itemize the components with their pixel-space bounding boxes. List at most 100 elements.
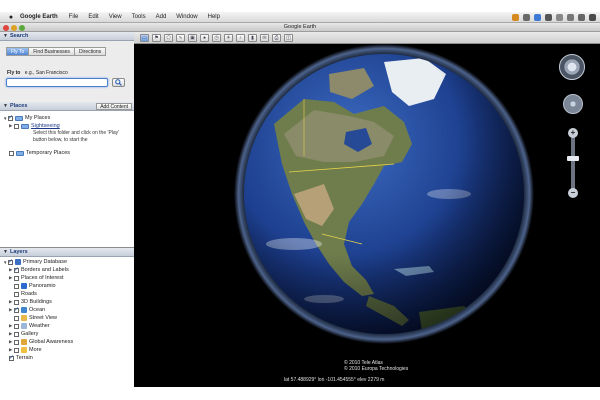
search-header-label: Search bbox=[9, 33, 29, 39]
layer-item[interactable]: Panoramio bbox=[14, 283, 56, 289]
layer-item[interactable]: ▶ More bbox=[9, 347, 42, 353]
layer-label: Weather bbox=[29, 323, 50, 329]
global-awareness-icon bbox=[21, 339, 27, 345]
menu-tools[interactable]: Tools bbox=[132, 14, 146, 20]
record-tour-icon[interactable]: ● bbox=[200, 33, 209, 42]
layer-item[interactable]: ▶ Ocean bbox=[9, 306, 45, 313]
image-overlay-icon[interactable]: ▣ bbox=[188, 33, 197, 42]
layers-header[interactable]: ▼ Layers bbox=[0, 248, 134, 257]
folder-icon bbox=[16, 150, 24, 156]
add-content-button[interactable]: Add Content bbox=[96, 103, 132, 110]
email-icon[interactable]: ✉ bbox=[260, 33, 269, 42]
layer-item[interactable]: ▶ Weather bbox=[9, 323, 50, 329]
status-icon[interactable] bbox=[534, 13, 541, 21]
places-header[interactable]: ▼ Places Add Content bbox=[0, 102, 134, 111]
folder-icon bbox=[21, 123, 29, 129]
layer-item[interactable]: Roads bbox=[14, 291, 37, 297]
minimize-window-icon[interactable] bbox=[11, 24, 17, 31]
checkbox[interactable] bbox=[8, 114, 13, 121]
checkbox[interactable] bbox=[14, 266, 19, 273]
volume-icon[interactable] bbox=[578, 13, 585, 21]
layer-item[interactable]: Street View bbox=[14, 315, 57, 321]
checkbox[interactable] bbox=[14, 291, 19, 297]
fly-to-input[interactable] bbox=[6, 78, 108, 87]
layer-label: Terrain bbox=[16, 355, 33, 361]
sidebar-toggle-icon[interactable]: ▭ bbox=[140, 33, 149, 42]
disclosure-triangle-icon[interactable]: ▼ bbox=[3, 249, 8, 255]
window-title-bar: Google Earth bbox=[0, 23, 600, 32]
zoom-slider[interactable] bbox=[571, 132, 575, 194]
layer-item[interactable]: Terrain bbox=[9, 354, 33, 361]
earth-globe[interactable] bbox=[234, 44, 534, 344]
polygon-icon[interactable]: ⬠ bbox=[164, 33, 173, 42]
status-icon[interactable] bbox=[523, 13, 530, 21]
apple-icon[interactable]: ● bbox=[6, 14, 16, 21]
menu-window[interactable]: Window bbox=[176, 14, 197, 20]
places-header-label: Places bbox=[9, 103, 28, 109]
checkbox[interactable] bbox=[9, 150, 14, 156]
zoom-in-icon[interactable]: + bbox=[568, 128, 578, 138]
tree-item-my-places[interactable]: ▼ My Places bbox=[3, 114, 50, 122]
weather-icon bbox=[21, 323, 27, 329]
placemark-icon[interactable]: ⚑ bbox=[152, 33, 161, 42]
layer-item[interactable]: ▶ Places of Interest bbox=[9, 275, 64, 281]
zoom-slider-thumb[interactable] bbox=[567, 156, 579, 161]
historical-imagery-icon[interactable]: ◷ bbox=[212, 33, 221, 42]
disclosure-triangle-icon[interactable]: ▼ bbox=[3, 103, 8, 109]
checkbox[interactable] bbox=[14, 283, 19, 289]
search-header[interactable]: ▼ Search bbox=[0, 32, 134, 41]
checkbox[interactable] bbox=[14, 315, 19, 321]
path-icon[interactable]: ∿ bbox=[176, 33, 185, 42]
view-in-maps-icon[interactable]: ◫ bbox=[284, 33, 293, 42]
tab-directions[interactable]: Directions bbox=[73, 47, 107, 56]
layer-item[interactable]: ▶ Borders and Labels bbox=[9, 266, 69, 274]
bluetooth-icon[interactable] bbox=[556, 13, 563, 21]
layer-item[interactable]: ▶ Global Awareness bbox=[9, 339, 73, 345]
more-icon bbox=[21, 347, 27, 353]
fly-to-label: Fly to e.g., San Francisco bbox=[7, 70, 68, 76]
tree-item-sightseeing[interactable]: ▶ Sightseeing bbox=[9, 123, 60, 129]
checkbox[interactable] bbox=[9, 354, 14, 361]
checkbox[interactable] bbox=[14, 275, 19, 281]
search-button[interactable] bbox=[112, 78, 125, 87]
look-joystick[interactable] bbox=[559, 54, 585, 80]
menu-edit[interactable]: Edit bbox=[88, 14, 98, 20]
disclosure-triangle-icon[interactable]: ▼ bbox=[3, 33, 8, 39]
tab-find-businesses[interactable]: Find Businesses bbox=[28, 47, 75, 56]
menu-help[interactable]: Help bbox=[208, 14, 220, 20]
wifi-icon[interactable] bbox=[567, 13, 574, 21]
print-icon[interactable]: ⎙ bbox=[272, 33, 281, 42]
close-window-icon[interactable] bbox=[3, 24, 9, 31]
checkbox[interactable] bbox=[14, 299, 19, 305]
layer-item[interactable]: ▼ Primary Database bbox=[3, 258, 67, 265]
checkbox[interactable] bbox=[14, 323, 19, 329]
checkbox[interactable] bbox=[8, 258, 13, 265]
tree-item-temporary-places[interactable]: Temporary Places bbox=[9, 150, 70, 156]
menu-add[interactable]: Add bbox=[156, 14, 167, 20]
layer-item[interactable]: ▶ 3D Buildings bbox=[9, 299, 52, 305]
fly-to-hint: e.g., San Francisco bbox=[24, 70, 68, 76]
checkbox[interactable] bbox=[14, 123, 19, 129]
menu-view[interactable]: View bbox=[109, 14, 122, 20]
menu-file[interactable]: File bbox=[69, 14, 79, 20]
checkbox[interactable] bbox=[14, 331, 19, 337]
planets-icon[interactable]: ♁ bbox=[236, 33, 245, 42]
zoom-window-icon[interactable] bbox=[19, 24, 25, 31]
checkbox[interactable] bbox=[14, 347, 19, 353]
status-icon[interactable] bbox=[545, 13, 552, 21]
map-view[interactable]: + − © 2010 Tele Atlas © 2010 Europa Tech… bbox=[134, 44, 600, 387]
sunlight-icon[interactable]: ☀ bbox=[224, 33, 233, 42]
menu-app-name[interactable]: Google Earth bbox=[20, 14, 58, 20]
spotlight-icon[interactable] bbox=[589, 13, 596, 21]
status-icon[interactable] bbox=[512, 13, 519, 21]
move-joystick[interactable] bbox=[563, 94, 583, 114]
zoom-out-icon[interactable]: − bbox=[568, 188, 578, 198]
checkbox[interactable] bbox=[14, 306, 19, 313]
sidebar: ▼ Search Fly To Find Businesses Directio… bbox=[0, 32, 134, 387]
layers-panel: ▼ Layers ▼ Primary Database ▶ Borders an… bbox=[0, 247, 134, 387]
layers-header-label: Layers bbox=[9, 249, 28, 255]
tab-fly-to[interactable]: Fly To bbox=[6, 47, 30, 56]
layer-item[interactable]: ▶ Gallery bbox=[9, 331, 38, 337]
checkbox[interactable] bbox=[14, 339, 19, 345]
ruler-icon[interactable]: ▮ bbox=[248, 33, 257, 42]
